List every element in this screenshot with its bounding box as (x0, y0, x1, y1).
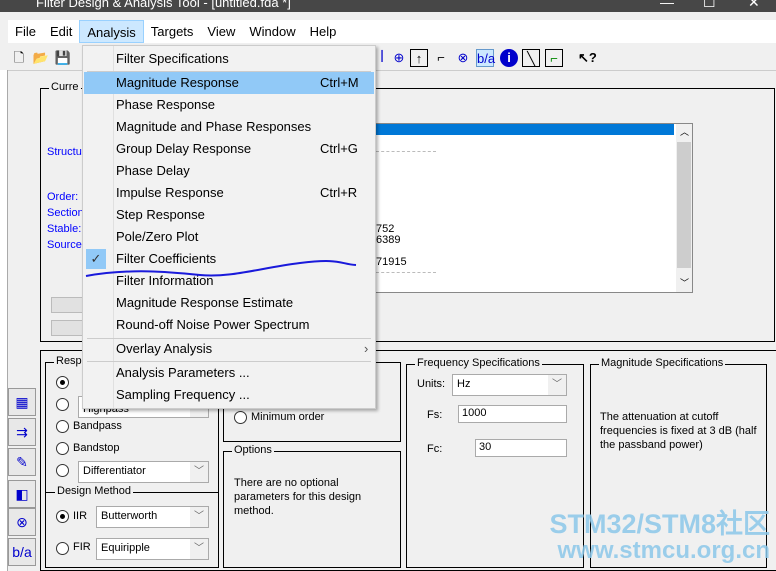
annotation-underline (85, 260, 357, 277)
pen-annotation (85, 260, 357, 277)
